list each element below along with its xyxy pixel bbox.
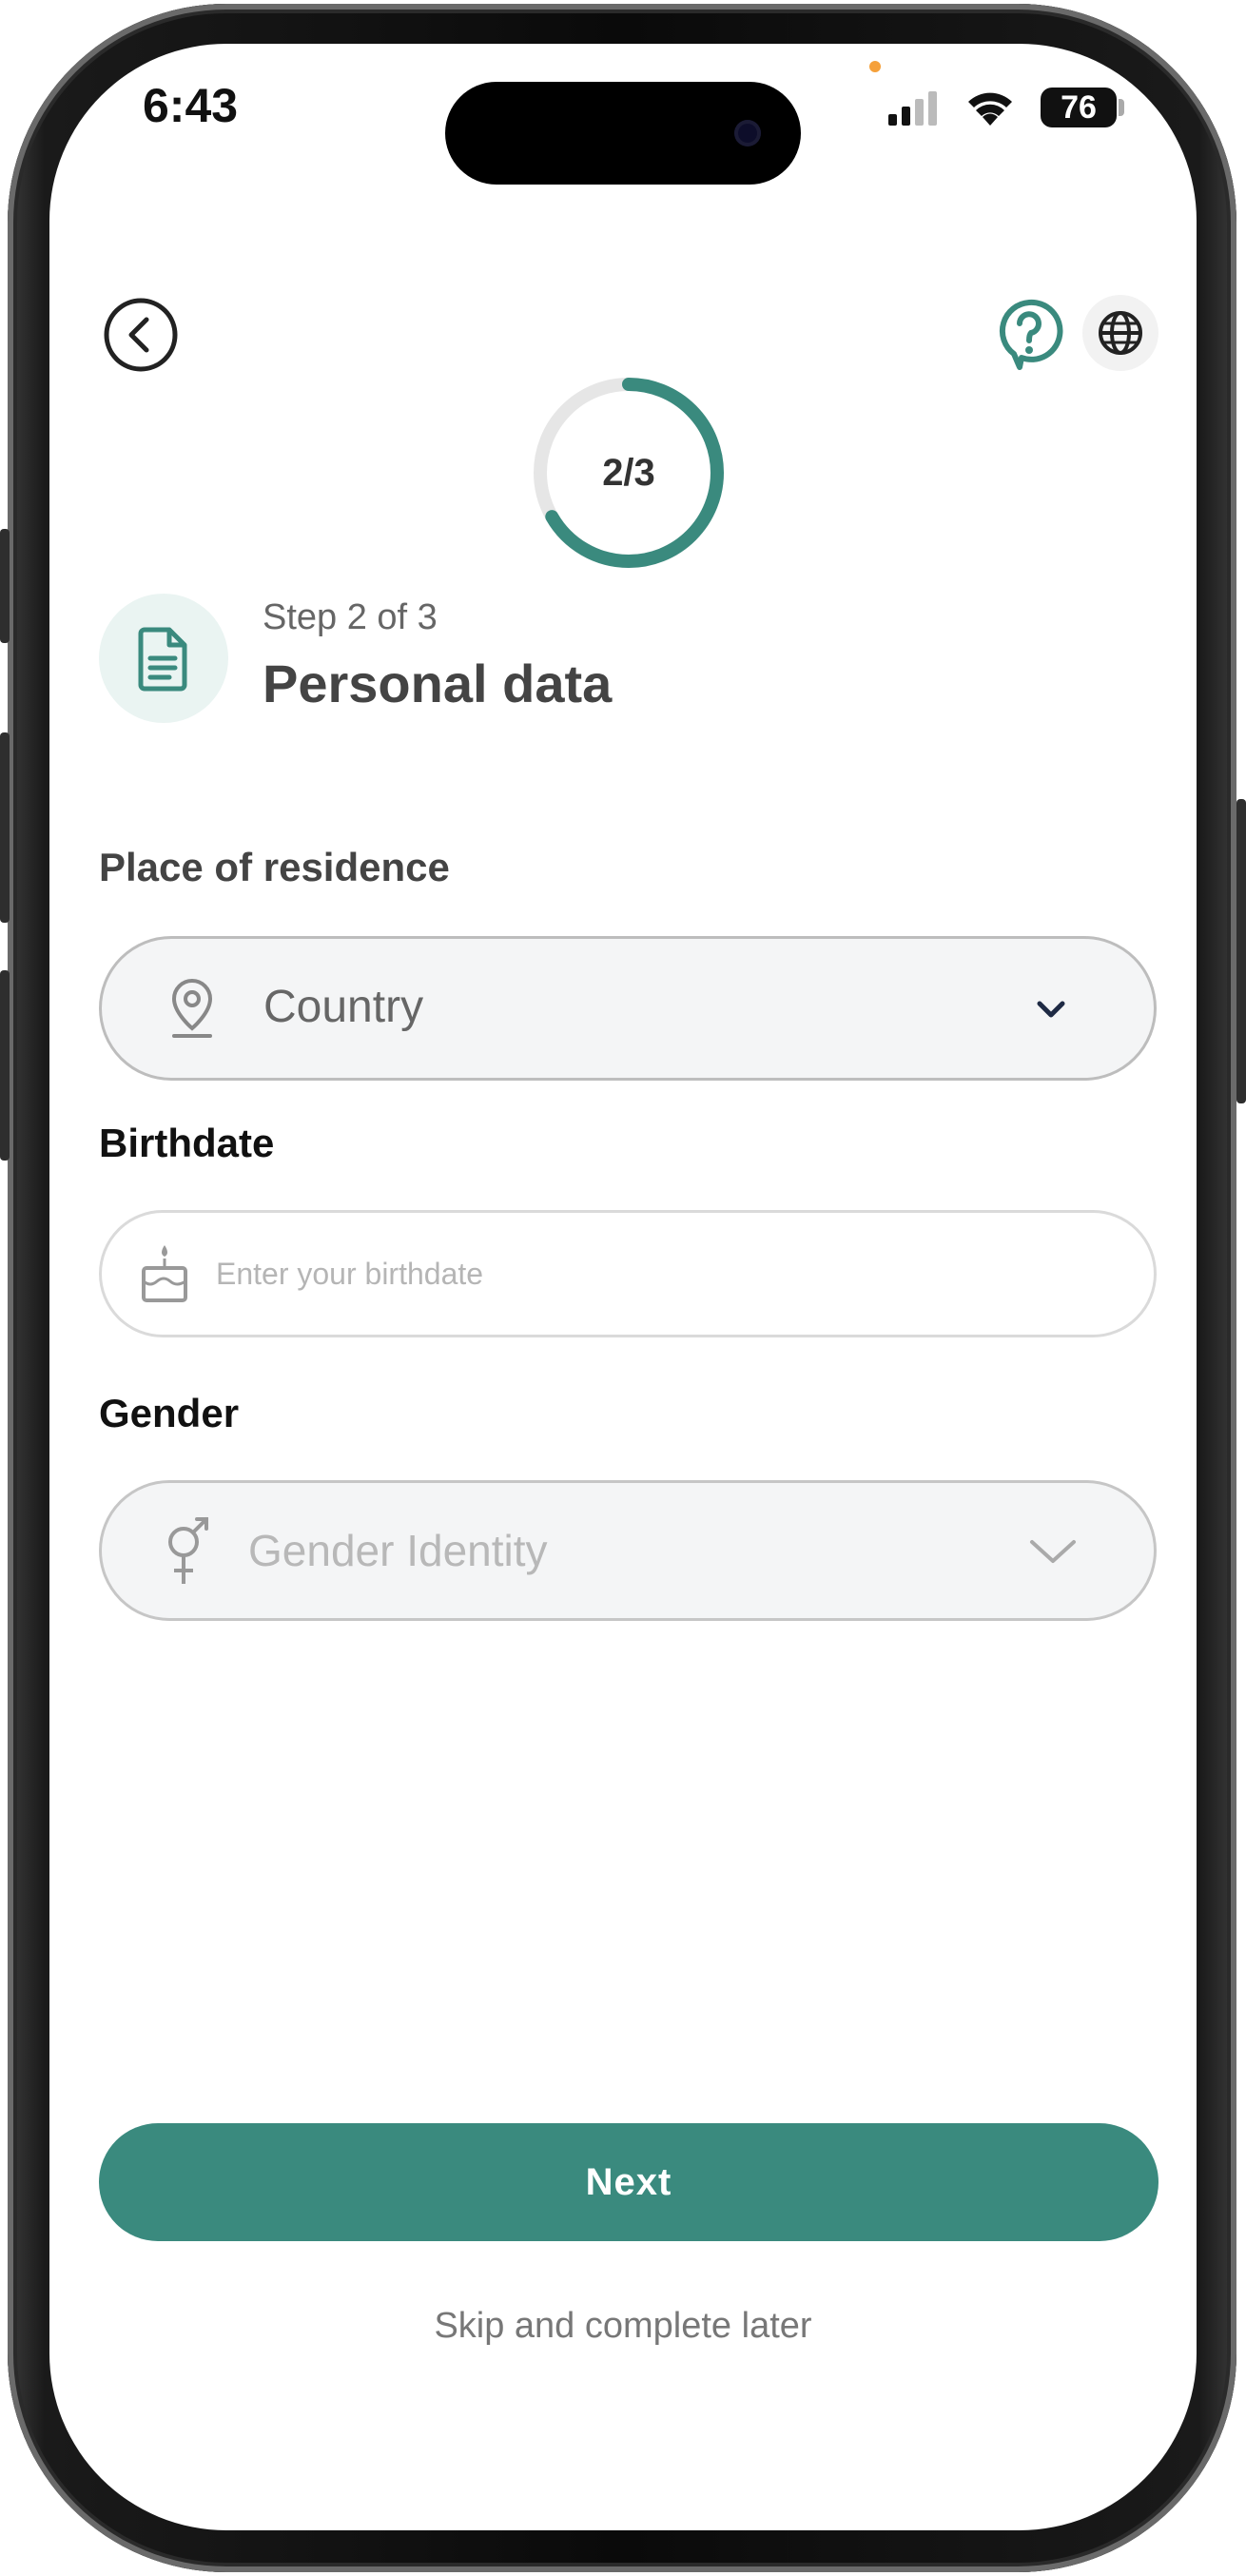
gender-label: Gender [99, 1391, 240, 1435]
gender-select[interactable]: Gender Identity [99, 1480, 1157, 1621]
birthdate-label: Birthdate [99, 1121, 275, 1165]
cellular-signal-icon [888, 91, 937, 126]
progress-label: 2/3 [602, 452, 655, 494]
action-button [0, 529, 10, 643]
next-button[interactable]: Next [99, 2123, 1158, 2241]
location-pin-icon [171, 978, 213, 1038]
globe-icon [1099, 311, 1142, 355]
country-select[interactable]: Country [99, 936, 1157, 1081]
camera-icon [734, 120, 761, 146]
gender-placeholder: Gender Identity [248, 1526, 548, 1575]
residence-label: Place of residence [99, 845, 450, 889]
dynamic-island [445, 82, 801, 185]
cake-icon [142, 1245, 187, 1302]
chevron-down-icon [1037, 1001, 1065, 1018]
volume-up-button [0, 732, 10, 923]
birthdate-placeholder: Enter your birthdate [216, 1257, 484, 1291]
volume-down-button [0, 970, 10, 1161]
back-button[interactable] [103, 297, 179, 373]
status-time: 6:43 [143, 79, 239, 132]
chevron-down-icon [1030, 1540, 1076, 1563]
page-title: Personal data [263, 654, 613, 713]
document-icon [138, 627, 187, 692]
wifi-icon [968, 92, 1012, 126]
battery-indicator: 76 [1041, 88, 1117, 127]
help-icon[interactable] [995, 297, 1063, 373]
power-button [1236, 799, 1246, 1103]
language-button[interactable] [1082, 295, 1158, 371]
country-placeholder: Country [263, 982, 424, 1032]
mic-indicator [869, 61, 881, 72]
step-subtitle: Step 2 of 3 [263, 597, 438, 637]
birthdate-field[interactable]: Enter your birthdate [99, 1210, 1157, 1337]
step-icon-badge [99, 594, 228, 723]
battery-cap [1119, 99, 1124, 116]
gender-icon [168, 1517, 208, 1584]
skip-link[interactable]: Skip and complete later [0, 2306, 1246, 2347]
